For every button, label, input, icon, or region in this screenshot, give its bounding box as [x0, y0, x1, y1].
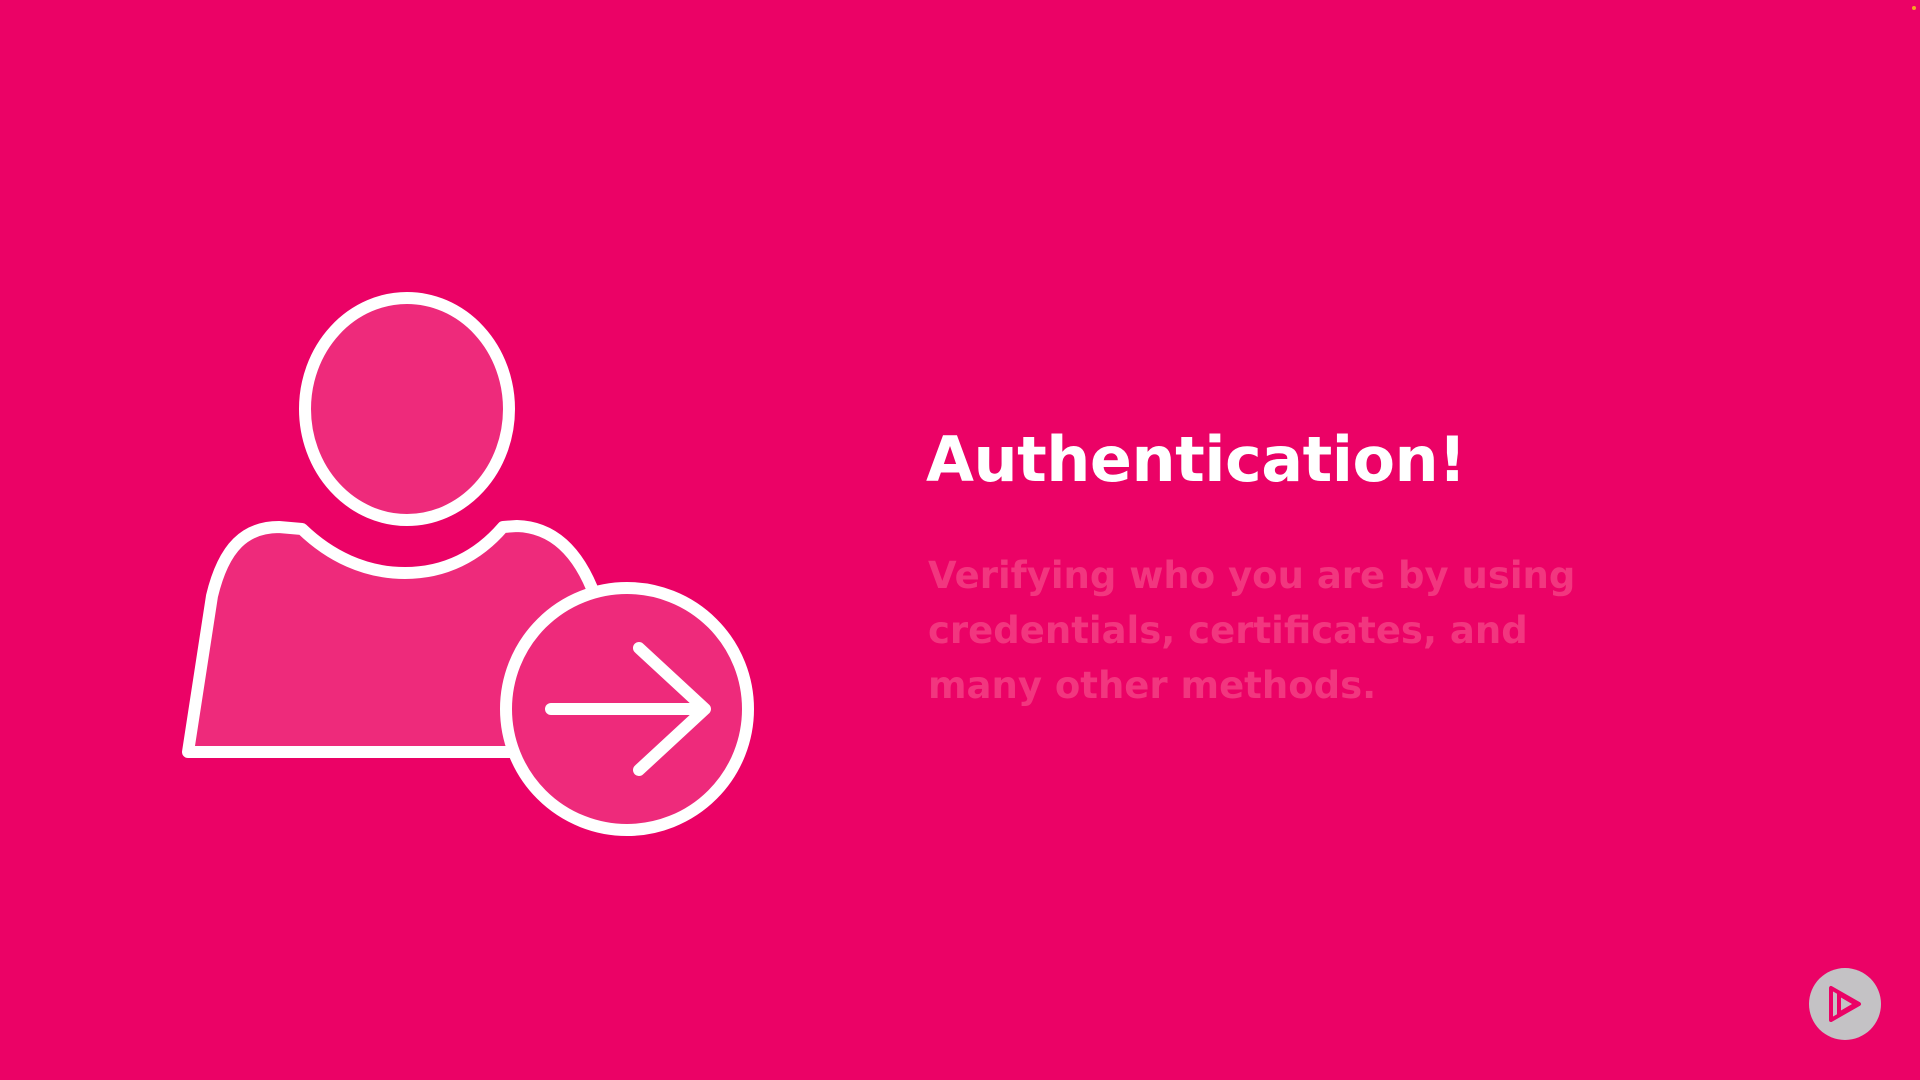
slide: Authentication! Verifying who you are by…	[0, 0, 1920, 1080]
status-dot	[1912, 6, 1916, 10]
user-head-shape	[299, 292, 515, 526]
slide-description: Verifying who you are by using credentia…	[928, 554, 1576, 707]
user-login-icon	[182, 292, 754, 836]
play-logo-icon	[1829, 986, 1861, 1022]
slide-title: Authentication!	[926, 423, 1466, 496]
play-button[interactable]	[1809, 968, 1881, 1040]
